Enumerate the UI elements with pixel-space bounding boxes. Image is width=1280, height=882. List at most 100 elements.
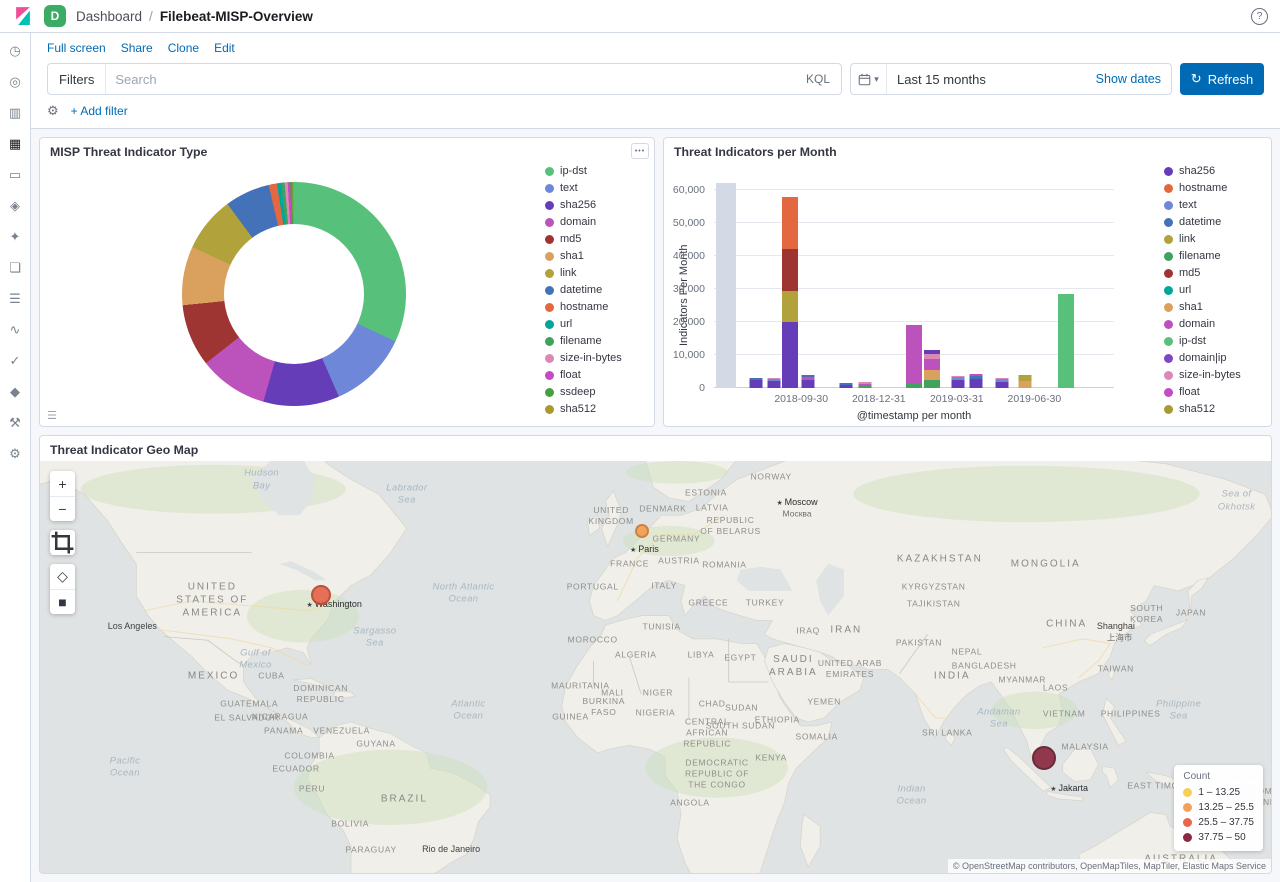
sidebar-item-uptime[interactable]: ✓ xyxy=(4,352,26,369)
bar[interactable] xyxy=(782,197,798,388)
sidebar-item-maps[interactable]: ◈ xyxy=(4,197,26,214)
donut-legend-item[interactable]: filename xyxy=(545,336,622,347)
kibana-app: D Dashboard / Filebeat-MISP-Overview ? ◷… xyxy=(0,0,1280,882)
show-dates-button[interactable]: Show dates xyxy=(1086,72,1171,86)
legend-swatch-icon xyxy=(1164,269,1173,278)
legend-range-label: 13.25 – 25.5 xyxy=(1198,800,1254,815)
bar-legend-item[interactable]: float xyxy=(1164,387,1241,398)
time-range-value[interactable]: Last 15 months xyxy=(887,72,1086,87)
donut-legend-item[interactable]: ssdeep xyxy=(545,387,622,398)
menu-item-clone[interactable]: Clone xyxy=(168,41,199,55)
bar-legend-item[interactable]: hostname xyxy=(1164,183,1241,194)
bar-legend-item[interactable]: filename xyxy=(1164,251,1241,262)
geo-map[interactable]: NORWAYESTONIALATVIADENMARKUNITED KINGDOM… xyxy=(40,461,1271,873)
donut-chart[interactable] xyxy=(182,182,406,406)
country-label: CHINA xyxy=(1046,617,1087,630)
geo-count-marker[interactable] xyxy=(635,524,649,538)
bar-legend-item[interactable]: size-in-bytes xyxy=(1164,370,1241,381)
kibana-logo-icon[interactable] xyxy=(12,5,34,27)
menu-item-edit[interactable]: Edit xyxy=(214,41,235,55)
sidebar-item-management[interactable]: ⚙ xyxy=(4,445,26,462)
space-avatar[interactable]: D xyxy=(44,5,66,27)
menu-item-share[interactable]: Share xyxy=(121,41,153,55)
bar[interactable] xyxy=(970,374,983,388)
country-label: IRAQ xyxy=(796,626,820,637)
sidebar-item-dashboard[interactable]: ▦ xyxy=(4,135,26,152)
donut-legend-item[interactable]: sha512 xyxy=(545,404,622,415)
legend-label: sha256 xyxy=(1179,166,1215,177)
donut-legend-item[interactable]: md5 xyxy=(545,234,622,245)
bar[interactable] xyxy=(996,378,1009,388)
bar-legend-item[interactable]: url xyxy=(1164,285,1241,296)
sidebar-item-siem[interactable]: ◆ xyxy=(4,383,26,400)
menu-item-full-screen[interactable]: Full screen xyxy=(47,41,106,55)
bar-legend-item[interactable]: ip-dst xyxy=(1164,336,1241,347)
bar[interactable] xyxy=(840,383,853,388)
panel-menu-icon[interactable]: ••• xyxy=(631,143,649,159)
bar-legend-item[interactable]: datetime xyxy=(1164,217,1241,228)
help-icon[interactable]: ? xyxy=(1251,8,1268,25)
bar[interactable] xyxy=(802,375,815,388)
add-filter-button[interactable]: + Add filter xyxy=(71,104,128,118)
search-box: Filters KQL xyxy=(47,63,842,95)
donut-legend-item[interactable]: sha1 xyxy=(545,251,622,262)
bar-legend-item[interactable]: domain xyxy=(1164,319,1241,330)
donut-legend-item[interactable]: ip-dst xyxy=(545,166,622,177)
bar-legend-item[interactable]: md5 xyxy=(1164,268,1241,279)
map-labels: NORWAYESTONIALATVIADENMARKUNITED KINGDOM… xyxy=(40,461,1271,873)
donut-legend-item[interactable]: domain xyxy=(545,217,622,228)
bar[interactable] xyxy=(924,350,940,388)
geo-count-marker[interactable] xyxy=(1032,746,1056,770)
kql-toggle[interactable]: KQL xyxy=(795,72,841,86)
calendar-icon[interactable]: ▾ xyxy=(851,64,887,94)
legend-swatch-icon xyxy=(1164,201,1173,210)
bar[interactable] xyxy=(859,382,872,388)
donut-legend-item[interactable]: link xyxy=(545,268,622,279)
breadcrumb-dashboard[interactable]: Dashboard xyxy=(76,9,142,24)
page-title: Filebeat-MISP-Overview xyxy=(160,9,313,24)
country-label: UNITED KINGDOM xyxy=(588,505,633,527)
legend-swatch-icon xyxy=(1164,337,1173,346)
bar[interactable] xyxy=(952,376,965,388)
donut-legend-item[interactable]: url xyxy=(545,319,622,330)
bar-legend-item[interactable]: text xyxy=(1164,200,1241,211)
search-input[interactable] xyxy=(106,72,795,87)
bar[interactable] xyxy=(1019,375,1032,388)
refresh-button[interactable]: ↻ Refresh xyxy=(1180,63,1264,95)
sidebar-item-infrastructure[interactable]: ❏ xyxy=(4,259,26,276)
sidebar-item-logs[interactable]: ☰ xyxy=(4,290,26,307)
sidebar-item-dev-tools[interactable]: ⚒ xyxy=(4,414,26,431)
sidebar-item-recently-viewed[interactable]: ◷ xyxy=(4,42,26,59)
donut-legend-item[interactable]: text xyxy=(545,183,622,194)
ocean-label: Hudson Bay xyxy=(244,468,279,493)
gridline xyxy=(714,321,1114,322)
filter-settings-gear-icon[interactable]: ⚙ xyxy=(47,103,59,119)
sidebar-item-discover[interactable]: ◎ xyxy=(4,73,26,90)
sidebar-item-visualize[interactable]: ▥ xyxy=(4,104,26,121)
bar[interactable] xyxy=(716,183,736,388)
bar-legend-item[interactable]: link xyxy=(1164,234,1241,245)
y-axis-tick: 10,000 xyxy=(673,350,705,361)
bar[interactable] xyxy=(750,378,763,388)
legend-swatch-icon xyxy=(1164,320,1173,329)
bar-legend-item[interactable]: sha512 xyxy=(1164,404,1241,415)
legend-label: text xyxy=(560,183,578,194)
bar[interactable] xyxy=(1058,294,1074,388)
sidebar-item-machine-learning[interactable]: ✦ xyxy=(4,228,26,245)
bar-legend-item[interactable]: sha1 xyxy=(1164,302,1241,313)
sidebar-item-canvas[interactable]: ▭ xyxy=(4,166,26,183)
filters-button[interactable]: Filters xyxy=(48,64,106,94)
bar[interactable] xyxy=(906,325,922,388)
legend-toggle-icon[interactable]: ☰ xyxy=(44,407,60,423)
sidebar-item-apm[interactable]: ∿ xyxy=(4,321,26,338)
donut-legend-item[interactable]: datetime xyxy=(545,285,622,296)
donut-legend-item[interactable]: float xyxy=(545,370,622,381)
bar[interactable] xyxy=(768,378,781,388)
donut-legend-item[interactable]: hostname xyxy=(545,302,622,313)
bar-legend-item[interactable]: sha256 xyxy=(1164,166,1241,177)
bar-legend-item[interactable]: domain|ip xyxy=(1164,353,1241,364)
donut-legend-item[interactable]: size-in-bytes xyxy=(545,353,622,364)
donut-legend-item[interactable]: sha256 xyxy=(545,200,622,211)
geo-count-marker[interactable] xyxy=(311,585,331,605)
draw-bounds-tool-icon[interactable] xyxy=(50,530,75,555)
